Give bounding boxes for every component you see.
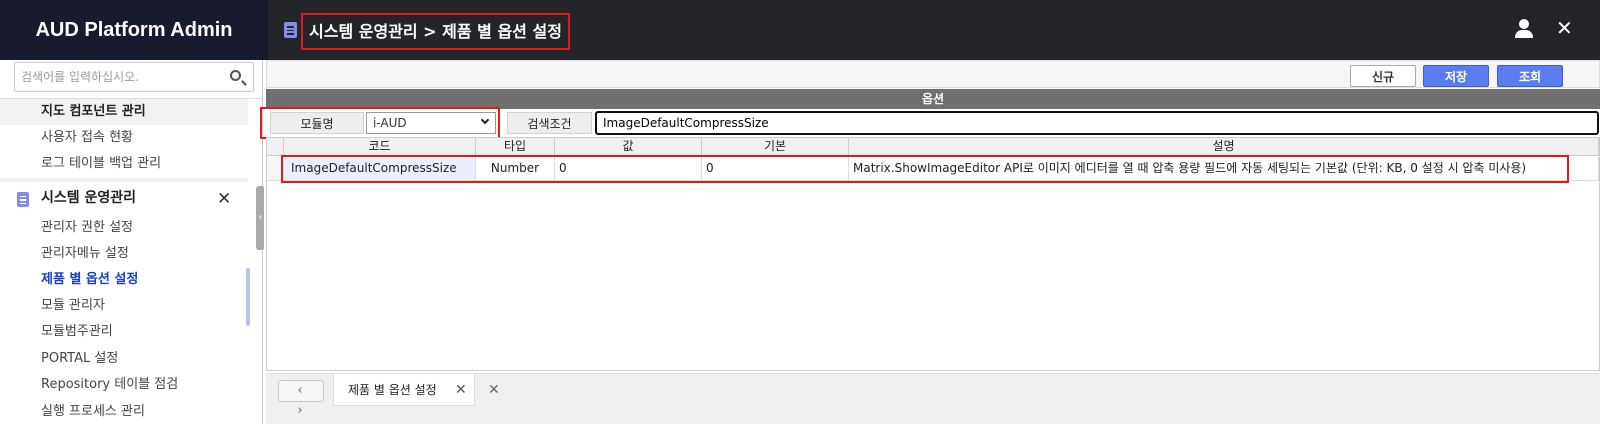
sidebar-item-map-component[interactable]: 지도 컴포넌트 관리 [0, 99, 248, 125]
sidebar-scrollbar[interactable] [246, 268, 250, 326]
page-icon [284, 22, 297, 38]
condition-label: 검색조건 [507, 112, 592, 134]
grid-corner [267, 138, 284, 156]
sidebar-item-module-admin[interactable]: 모듈 관리자 [0, 293, 248, 319]
toolbar: 신규 저장 조회 [266, 60, 1600, 88]
sidebar-item-portal[interactable]: PORTAL 설정 [0, 346, 248, 372]
main-content: 신규 저장 조회 옵션 모듈명 i-AUD 검색조건 코드 타입 값 기본 설명… [260, 60, 1600, 424]
sidebar-item-admin-menu[interactable]: 관리자메뉴 설정 [0, 241, 248, 267]
sidebar-item-module-category[interactable]: 모듈범주관리 [0, 319, 248, 345]
sidebar-item-admin-permission[interactable]: 관리자 권한 설정 [0, 215, 248, 241]
sidebar-group-system[interactable]: 시스템 운영관리 ✕ [0, 182, 248, 216]
app-title[interactable]: AUD Platform Admin [0, 0, 268, 60]
sidebar-item-product-options[interactable]: 제품 별 옵션 설정 [0, 267, 248, 293]
search-input[interactable] [15, 63, 220, 91]
module-highlight-box [260, 107, 500, 139]
page-title: 시스템 운영관리 > 제품 별 옵션 설정 [301, 13, 570, 50]
sidebar-item-repository[interactable]: Repository 테이블 점검 [0, 372, 248, 398]
close-all-tabs-icon[interactable]: ✕ [488, 374, 500, 406]
row-highlight-box [281, 155, 1569, 183]
user-icon[interactable] [1514, 19, 1534, 39]
close-icon[interactable]: ✕ [455, 374, 467, 406]
column-header-type[interactable]: 타입 [476, 138, 555, 156]
close-icon[interactable]: ✕ [1556, 16, 1573, 40]
sidebar: 지도 컴포넌트 관리 사용자 접속 현황 로그 테이블 백업 관리 시스템 운영… [0, 60, 263, 424]
sidebar-item-log-backup[interactable]: 로그 테이블 백업 관리 [0, 151, 248, 177]
save-button[interactable]: 저장 [1423, 65, 1489, 87]
column-header-value[interactable]: 값 [555, 138, 702, 156]
new-button[interactable]: 신규 [1350, 65, 1416, 87]
tab-bar: ‹ › 제품 별 옵션 설정 ✕ ✕ [266, 373, 1600, 424]
column-header-default[interactable]: 기본 [702, 138, 849, 156]
page-icon [17, 192, 29, 207]
tab-nav-arrows[interactable]: ‹ › [278, 380, 324, 418]
search-icon[interactable] [230, 70, 241, 81]
sidebar-item-process[interactable]: 실행 프로세스 관리 [0, 399, 248, 424]
tab-product-options[interactable]: 제품 별 옵션 설정 ✕ [333, 374, 475, 406]
options-grid: 코드 타입 값 기본 설명 ImageDefaultCompressSize N… [266, 137, 1600, 371]
filter-row: 모듈명 i-AUD 검색조건 [260, 107, 1600, 139]
search-box[interactable] [14, 62, 254, 92]
column-header-code[interactable]: 코드 [284, 138, 476, 156]
query-button[interactable]: 조회 [1497, 65, 1563, 87]
close-icon[interactable]: ✕ [217, 187, 231, 211]
sidebar-group-label: 시스템 운영관리 [41, 190, 137, 206]
top-bar: AUD Platform Admin 시스템 운영관리 > 제품 별 옵션 설정… [0, 0, 1600, 60]
tab-label: 제품 별 옵션 설정 [348, 383, 437, 397]
condition-input[interactable] [595, 111, 1599, 135]
sidebar-item-user-access[interactable]: 사용자 접속 현황 [0, 125, 248, 151]
panel-title: 옵션 [266, 89, 1600, 109]
column-header-description[interactable]: 설명 [849, 138, 1599, 156]
